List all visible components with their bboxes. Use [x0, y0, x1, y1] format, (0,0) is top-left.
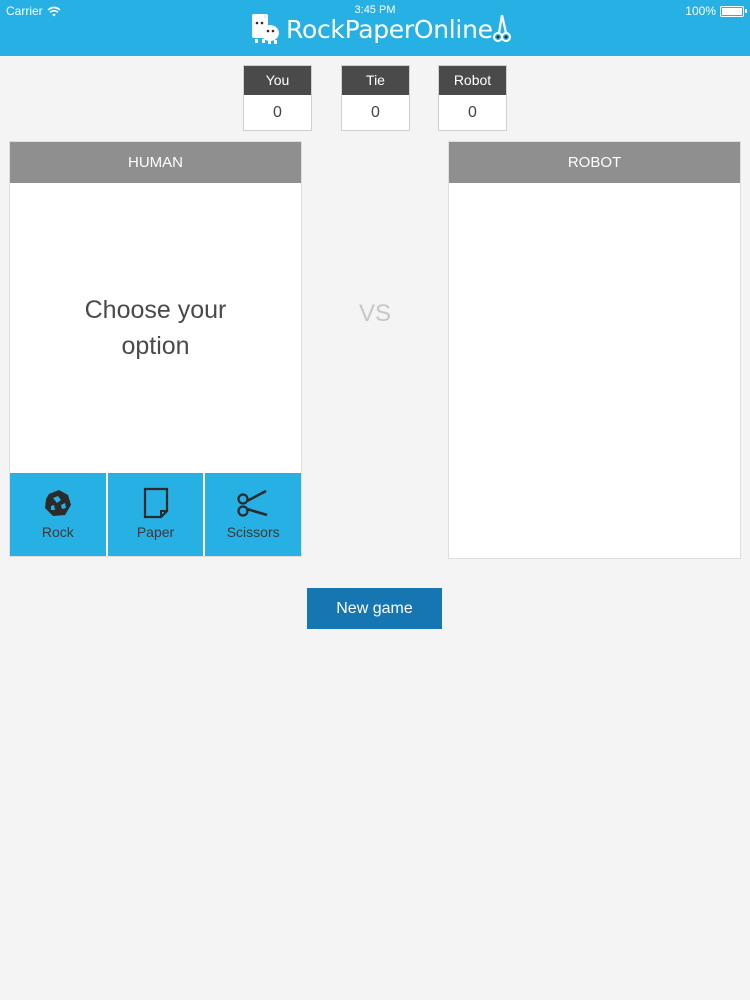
score-you: You 0	[243, 65, 312, 131]
paper-label: Paper	[136, 524, 175, 540]
scissors-logo-icon	[492, 14, 511, 42]
scissors-label: Scissors	[226, 524, 280, 540]
battery-percent: 100%	[685, 4, 716, 18]
score-value: 0	[468, 104, 477, 121]
battery-icon	[720, 5, 747, 17]
app-title: RockPaperOnline	[286, 14, 493, 44]
rock-button[interactable]: Rock	[10, 473, 106, 556]
prompt-line-1: Choose your	[84, 296, 227, 324]
rock-paper-logo-icon	[252, 14, 279, 44]
score-value: 0	[273, 104, 282, 121]
paper-icon	[143, 487, 168, 519]
vs-label: VS	[358, 300, 391, 327]
scissors-icon	[237, 489, 268, 517]
rock-icon	[44, 490, 71, 516]
score-label: Robot	[439, 66, 506, 95]
rock-label: Rock	[41, 524, 74, 540]
robot-panel-title: ROBOT	[449, 142, 740, 183]
score-value: 0	[371, 104, 380, 121]
human-panel: HUMAN Choose your option Rock Paper Scis…	[9, 141, 302, 557]
human-panel-title: HUMAN	[10, 142, 301, 183]
score-label: You	[244, 66, 311, 95]
app-logo: RockPaperOnline	[250, 12, 511, 46]
choose-option-prompt: Choose your option	[10, 292, 301, 364]
prompt-line-2: option	[121, 332, 190, 360]
app-header: Carrier 3:45 PM 100% RockPaperOnline	[0, 0, 750, 56]
robot-panel: ROBOT	[448, 141, 741, 559]
status-battery: 100%	[685, 4, 747, 18]
new-game-button[interactable]: New game	[307, 588, 442, 629]
scissors-button[interactable]: Scissors	[205, 473, 302, 556]
paper-button[interactable]: Paper	[107, 473, 204, 556]
option-buttons: Rock Paper Scissors	[10, 473, 302, 556]
score-tie: Tie 0	[341, 65, 410, 131]
score-robot: Robot 0	[438, 65, 507, 131]
score-label: Tie	[342, 66, 409, 95]
